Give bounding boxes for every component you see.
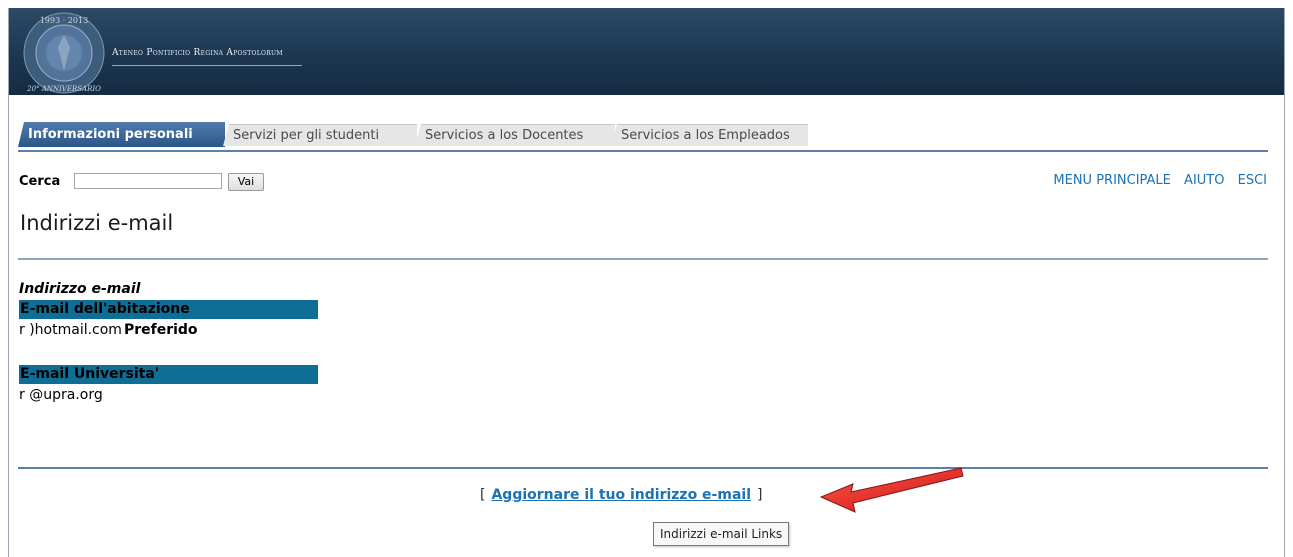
bracket-open: [ — [480, 487, 486, 503]
search-input[interactable] — [74, 173, 222, 189]
university-email-header: E-mail Universita' — [19, 365, 318, 384]
home-email-row: r )hotmail.com Preferido — [19, 322, 198, 338]
university-email-address: r @upra.org — [19, 387, 103, 403]
bracket-close: ] — [757, 487, 763, 503]
update-email-link[interactable]: Aggiornare il tuo indirizzo e-mail — [491, 487, 751, 503]
home-email-header: E-mail dell'abitazione — [19, 300, 318, 319]
svg-text:1993 · 2013: 1993 · 2013 — [40, 16, 88, 25]
university-email-row: r @upra.org — [19, 387, 103, 403]
help-link[interactable]: AIUTO — [1184, 173, 1224, 188]
search-label: Cerca — [19, 174, 61, 189]
footer-divider — [18, 467, 1268, 469]
tab-informazioni-personali[interactable]: Informazioni personali — [18, 122, 225, 147]
top-links: MENU PRINCIPALE AIUTO ESCI — [1044, 173, 1267, 188]
tab-servizi-studenti[interactable]: Servizi per gli studenti — [223, 124, 417, 146]
tab-servicios-empleados[interactable]: Servicios a los Empleados — [611, 124, 808, 146]
search-go-button[interactable]: Vai — [228, 173, 264, 191]
section-caption: Indirizzo e-mail — [19, 281, 141, 297]
exit-link[interactable]: ESCI — [1238, 173, 1267, 188]
seal-logo-icon: 1993 · 2013 20° ANNIVERSARIO — [23, 12, 105, 94]
page-title: Indirizzi e-mail — [20, 211, 174, 235]
tab-servicios-docentes[interactable]: Servicios a los Docentes — [415, 124, 615, 146]
banner-divider — [112, 65, 302, 66]
annotation-arrow-icon — [819, 467, 964, 513]
institution-name: Ateneo Pontificio Regina Apostolorum — [112, 48, 283, 58]
home-email-address: r )hotmail.com — [19, 322, 122, 338]
link-tooltip: Indirizzi e-mail Links — [653, 522, 790, 546]
tab-bar-underline — [18, 150, 1268, 152]
site-banner: 1993 · 2013 20° ANNIVERSARIO Ateneo Pont… — [9, 8, 1284, 95]
main-menu-link[interactable]: MENU PRINCIPALE — [1053, 173, 1171, 188]
update-email-line: [ Aggiornare il tuo indirizzo e-mail] — [480, 487, 762, 503]
svg-text:20° ANNIVERSARIO: 20° ANNIVERSARIO — [26, 85, 101, 93]
title-divider — [18, 258, 1268, 260]
preferred-badge: Preferido — [123, 322, 198, 338]
